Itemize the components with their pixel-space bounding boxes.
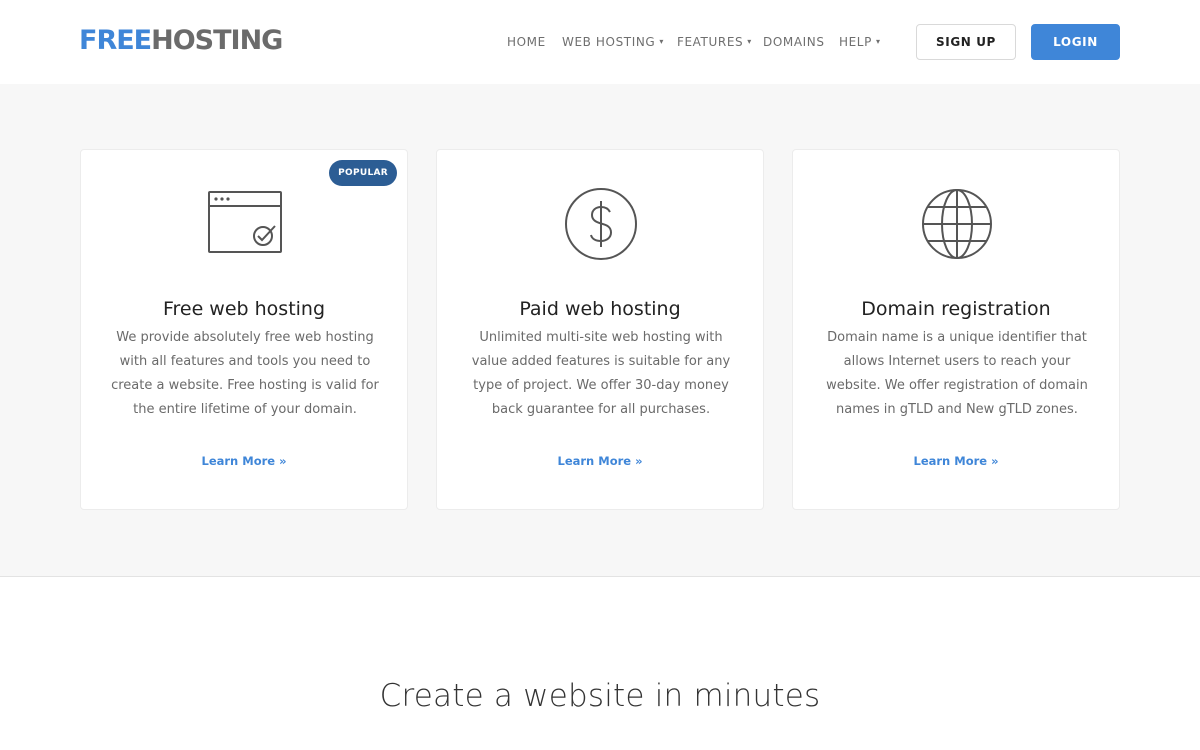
chevron-down-icon: ▾ xyxy=(747,37,752,46)
learn-more-link[interactable]: Learn More » xyxy=(81,452,407,470)
card-description: Unlimited multi-site web hosting with va… xyxy=(471,330,731,417)
sign-up-button[interactable]: SIGN UP xyxy=(916,24,1016,60)
nav-item-label: DOMAINS xyxy=(763,35,825,49)
nav-item-features[interactable]: FEATURES ▾ xyxy=(677,33,752,53)
card-free-web-hosting: POPULAR Free web hosting We provide abso… xyxy=(80,149,408,510)
browser-window-check-icon xyxy=(208,191,282,253)
learn-more-link[interactable]: Learn More » xyxy=(437,452,763,470)
site-header: FREEHOSTING HOME WEB HOSTING ▾ FEATURES ▾ … xyxy=(0,0,1200,84)
card-title: Free web hosting xyxy=(162,298,326,320)
nav-item-label: FEATURES xyxy=(677,35,744,49)
cta-section: Create a website in minutes xyxy=(0,578,1200,750)
nav-item-label: HOME xyxy=(507,35,546,49)
nav-item-domains[interactable]: DOMAINS xyxy=(763,33,825,51)
chevron-down-icon: ▾ xyxy=(659,37,664,46)
features-section: POPULAR Free web hosting We provide abso… xyxy=(0,84,1200,577)
card-paid-web-hosting: Paid web hosting Unlimited multi-site we… xyxy=(436,149,764,510)
card-description: Domain name is a unique identifier that … xyxy=(826,330,1088,417)
nav-item-home[interactable]: HOME xyxy=(507,33,546,51)
main-nav: HOME WEB HOSTING ▾ FEATURES ▾ DOMAINS HELP… xyxy=(0,33,1200,51)
card-title: Domain registration xyxy=(861,298,1051,320)
popular-badge: POPULAR xyxy=(329,160,397,186)
card-domain-registration: Domain registration Domain name is a uni… xyxy=(792,149,1120,510)
dollar-circle-icon xyxy=(565,188,637,260)
card-description: We provide absolutely free web hosting w… xyxy=(111,330,379,417)
nav-item-help[interactable]: HELP ▾ xyxy=(839,33,881,53)
card-title: Paid web hosting xyxy=(519,298,681,320)
globe-icon xyxy=(922,189,992,259)
nav-item-label: HELP xyxy=(839,35,872,49)
learn-more-link[interactable]: Learn More » xyxy=(793,452,1119,470)
chevron-down-icon: ▾ xyxy=(875,37,881,46)
login-button[interactable]: LOGIN xyxy=(1031,24,1120,60)
nav-item-web-hosting[interactable]: WEB HOSTING ▾ xyxy=(562,33,664,53)
nav-item-label: WEB HOSTING xyxy=(562,35,656,49)
section-heading: Create a website in minutes xyxy=(379,678,821,714)
